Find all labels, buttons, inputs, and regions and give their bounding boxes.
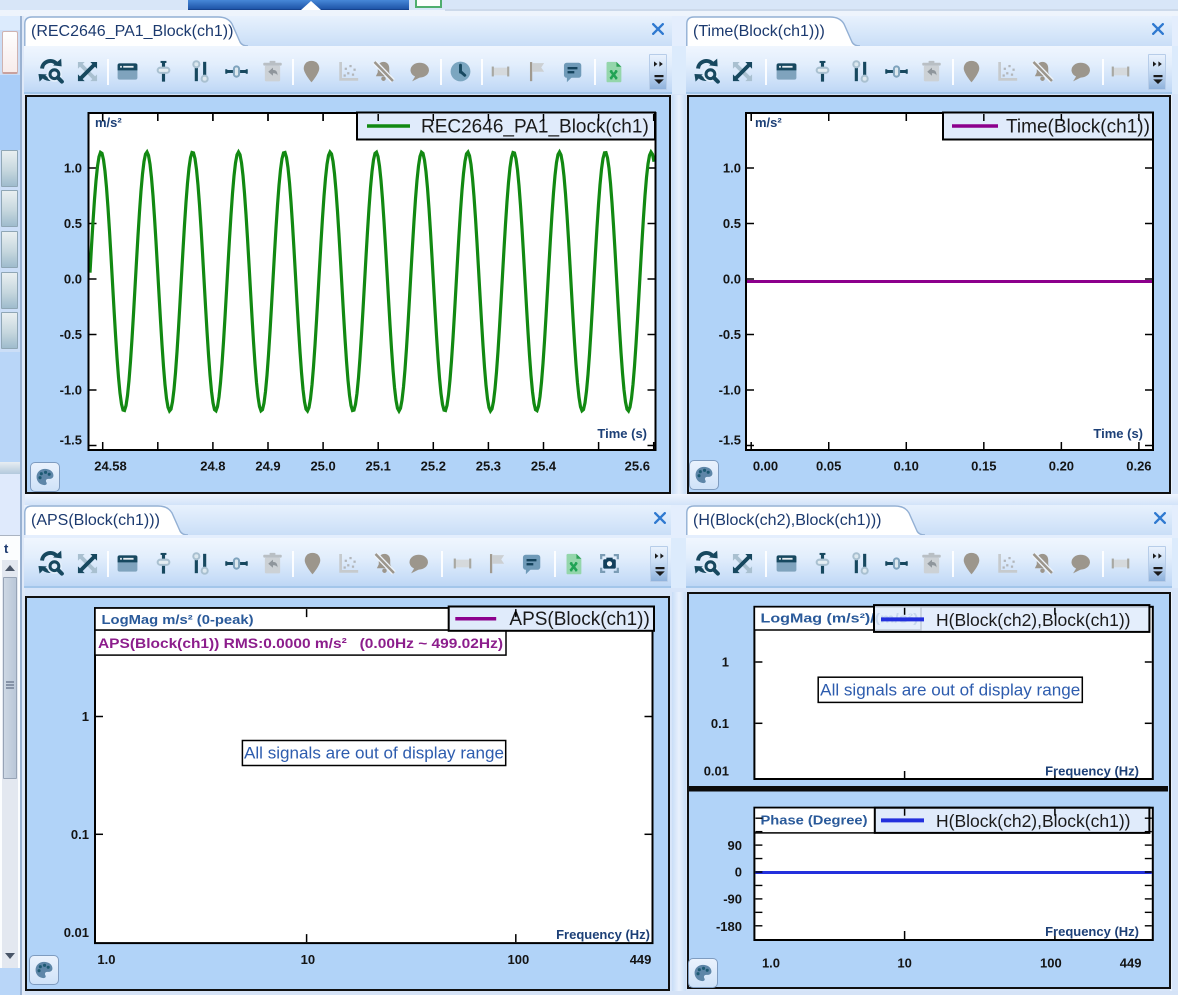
svg-text:H(Block(ch2),Block(ch1)): H(Block(ch2),Block(ch1)) (936, 610, 1130, 630)
svg-text:0.00: 0.00 (753, 459, 778, 474)
svg-text:-1.0: -1.0 (719, 383, 741, 398)
svg-text:(H(Block(ch2),Block(ch1))): (H(Block(ch2),Block(ch1))) (693, 512, 881, 529)
svg-text:1.0: 1.0 (723, 161, 741, 176)
svg-text:-1.5: -1.5 (60, 433, 82, 448)
svg-text:REC2646_PA1_Block(ch1): REC2646_PA1_Block(ch1) (421, 117, 649, 138)
svg-text:25.3: 25.3 (476, 459, 501, 474)
svg-text:0.15: 0.15 (971, 459, 996, 474)
svg-text:-1.0: -1.0 (60, 383, 82, 398)
svg-text:24.8: 24.8 (200, 459, 225, 474)
svg-text:0: 0 (735, 864, 742, 879)
svg-text:-0.5: -0.5 (719, 327, 741, 342)
svg-text:0.01: 0.01 (704, 764, 729, 779)
svg-text:m/s²: m/s² (755, 115, 782, 130)
svg-text:449: 449 (1120, 956, 1142, 971)
svg-text:0.5: 0.5 (64, 216, 82, 231)
svg-text:0.20: 0.20 (1049, 459, 1074, 474)
svg-text:-1.5: -1.5 (719, 433, 741, 448)
svg-text:All signals are out of display: All signals are out of display range (820, 682, 1080, 700)
svg-text:Frequency (Hz): Frequency (Hz) (556, 927, 650, 942)
svg-text:(APS(Block(ch1))): (APS(Block(ch1))) (31, 512, 160, 529)
svg-text:-180: -180 (716, 919, 742, 934)
svg-text:0.01: 0.01 (64, 924, 89, 939)
svg-text:0.1: 0.1 (711, 716, 729, 731)
svg-text:100: 100 (1040, 956, 1062, 971)
svg-text:0.0: 0.0 (723, 272, 741, 287)
svg-text:25.4: 25.4 (531, 459, 557, 474)
svg-text:0.05: 0.05 (816, 459, 841, 474)
svg-text:Time (s): Time (s) (597, 426, 647, 441)
svg-text:-0.5: -0.5 (60, 327, 82, 342)
svg-text:90: 90 (728, 838, 742, 853)
svg-text:24.9: 24.9 (255, 459, 280, 474)
svg-text:APS(Block(ch1)): APS(Block(ch1)) (509, 609, 649, 630)
svg-text:All signals are out of display: All signals are out of display range (244, 744, 504, 762)
svg-text:Frequency (Hz): Frequency (Hz) (1045, 764, 1139, 779)
svg-text:Time(Block(ch1)): Time(Block(ch1)) (1006, 117, 1150, 138)
svg-text:1: 1 (82, 709, 89, 724)
svg-text:449: 449 (630, 952, 652, 967)
svg-text:25.1: 25.1 (366, 459, 391, 474)
svg-text:1: 1 (722, 655, 729, 670)
svg-text:0.1: 0.1 (71, 826, 89, 841)
svg-text:Time (s): Time (s) (1093, 426, 1143, 441)
svg-text:H(Block(ch2),Block(ch1)): H(Block(ch2),Block(ch1)) (936, 811, 1130, 831)
svg-text:25.6: 25.6 (625, 459, 650, 474)
svg-text:Frequency (Hz): Frequency (Hz) (1045, 924, 1139, 939)
svg-text:10: 10 (897, 956, 911, 971)
svg-text:(REC2646_PA1_Block(ch1)): (REC2646_PA1_Block(ch1)) (31, 23, 233, 40)
svg-text:LogMag m/s² (0-peak): LogMag m/s² (0-peak) (102, 612, 254, 627)
svg-text:0.26: 0.26 (1126, 459, 1151, 474)
svg-text:Phase (Degree): Phase (Degree) (761, 813, 868, 828)
svg-text:1.0: 1.0 (64, 161, 82, 176)
svg-text:0.10: 0.10 (894, 459, 919, 474)
svg-text:0.5: 0.5 (723, 216, 741, 231)
svg-text:10: 10 (301, 952, 315, 967)
svg-text:1.0: 1.0 (762, 956, 780, 971)
svg-text:1.0: 1.0 (97, 952, 115, 967)
svg-text:24.58: 24.58 (94, 459, 127, 474)
svg-text:APS(Block(ch1)) RMS:0.0000 m/s: APS(Block(ch1)) RMS:0.0000 m/s² (0.00Hz … (98, 636, 503, 652)
svg-text:100: 100 (508, 952, 530, 967)
svg-text:25.0: 25.0 (310, 459, 335, 474)
svg-text:0.0: 0.0 (64, 272, 82, 287)
svg-text:-90: -90 (723, 892, 742, 907)
svg-text:m/s²: m/s² (95, 115, 122, 130)
svg-text:(Time(Block(ch1))): (Time(Block(ch1))) (693, 23, 825, 40)
svg-text:25.2: 25.2 (421, 459, 446, 474)
